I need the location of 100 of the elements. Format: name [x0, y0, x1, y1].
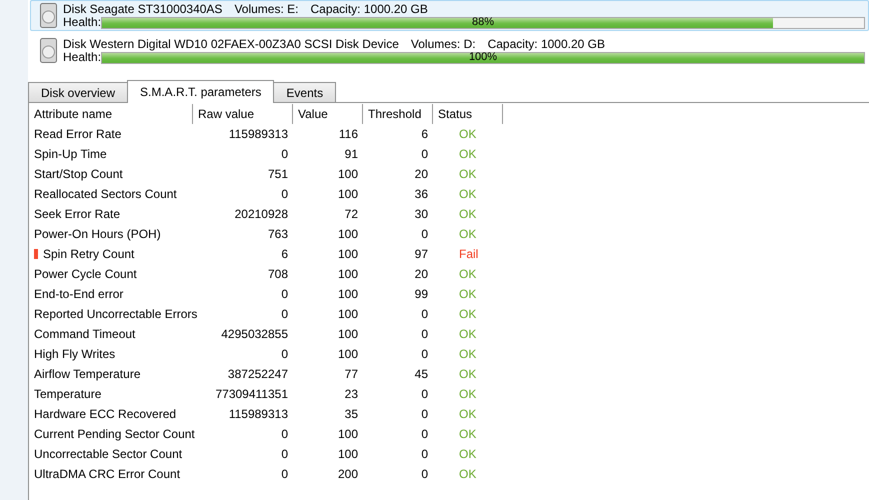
- tab[interactable]: Disk overview: [28, 82, 128, 102]
- value: 77: [344, 367, 359, 381]
- value: 200: [336, 467, 359, 481]
- raw-value: 20210928: [234, 207, 289, 221]
- value: 100: [336, 447, 359, 461]
- status: OK: [458, 387, 478, 401]
- status: OK: [458, 147, 478, 161]
- raw-value: 0: [280, 467, 289, 481]
- tab[interactable]: Events: [273, 82, 336, 102]
- threshold: 20: [414, 267, 429, 281]
- raw-value: 751: [266, 167, 289, 181]
- attribute-name: Airflow Temperature: [34, 367, 140, 381]
- attribute-name: Temperature: [34, 387, 102, 401]
- raw-value: 0: [280, 347, 289, 361]
- disk-item[interactable]: Disk Western Digital WD10 02FAEX-00Z3A0 SCSI Disk Device Volumes: D: Capacity: 1000.20 GB Health: 100%: [30, 35, 869, 66]
- value: 100: [336, 167, 359, 181]
- value: 72: [344, 207, 359, 221]
- threshold: 20: [414, 167, 429, 181]
- disk-name: Disk Seagate ST31000340AS: [63, 2, 222, 16]
- column-header[interactable]: Status: [433, 104, 503, 124]
- threshold: 97: [414, 247, 429, 261]
- attribute-name: Command Timeout: [34, 327, 136, 341]
- attribute-name: Power Cycle Count: [34, 267, 137, 281]
- raw-value: 115989313: [228, 407, 289, 421]
- column-header[interactable]: Threshold: [363, 104, 433, 124]
- value: 100: [336, 327, 359, 341]
- threshold: 0: [420, 327, 429, 341]
- attribute-name: Spin-Up Time: [34, 147, 107, 161]
- attribute-name: Current Pending Sector Count: [34, 427, 195, 441]
- threshold: 99: [414, 287, 429, 301]
- hard-drive-icon: [40, 38, 57, 63]
- raw-value: 6: [280, 247, 289, 261]
- attribute-name: UltraDMA CRC Error Count: [34, 467, 180, 481]
- health-reading: 88%: [471, 16, 496, 28]
- attribute-name: Uncorrectable Sector Count: [34, 447, 182, 461]
- status: OK: [458, 327, 478, 341]
- raw-value: 0: [280, 147, 289, 161]
- column-header[interactable]: Value: [293, 104, 363, 124]
- raw-value: 115989313: [228, 127, 289, 141]
- health-reading: 100%: [468, 50, 498, 64]
- value: 100: [336, 187, 359, 201]
- threshold: 30: [414, 207, 429, 221]
- value: 100: [336, 307, 359, 321]
- status: OK: [458, 407, 478, 421]
- status: OK: [458, 427, 478, 441]
- status: OK: [458, 187, 478, 201]
- disk-capacity: Capacity: 1000.20 GB: [488, 37, 605, 51]
- threshold: 45: [414, 367, 429, 381]
- status: OK: [458, 167, 478, 181]
- disk-capacity: Capacity: 1000.20 GB: [310, 2, 428, 16]
- disk-volumes: Volumes: E:: [234, 2, 298, 16]
- raw-value: 0: [280, 187, 289, 201]
- attribute-name: Reported Uncorrectable Errors: [34, 307, 198, 321]
- disk-volumes: Volumes: D:: [410, 37, 476, 51]
- value: 91: [344, 147, 359, 161]
- attribute-name: Power-On Hours (POH): [34, 227, 161, 241]
- value: 100: [336, 227, 359, 241]
- status: OK: [458, 207, 478, 221]
- threshold: 36: [414, 187, 429, 201]
- raw-value: 763: [266, 227, 289, 241]
- raw-value: 0: [280, 447, 289, 461]
- attribute-name: Start/Stop Count: [34, 167, 123, 181]
- attribute-name: Reallocated Sectors Count: [34, 187, 177, 201]
- value: 100: [336, 247, 359, 261]
- attribute-name: Hardware ECC Recovered: [34, 407, 176, 421]
- value: 23: [344, 387, 359, 401]
- value: 100: [336, 427, 359, 441]
- health-label: Health:: [63, 16, 102, 29]
- status: OK: [458, 447, 478, 461]
- status: OK: [458, 287, 478, 301]
- value: 35: [344, 407, 359, 421]
- threshold: 0: [420, 307, 429, 321]
- hard-drive-icon: [40, 3, 57, 28]
- status: OK: [458, 267, 478, 281]
- threshold: 0: [420, 147, 429, 161]
- disk-item[interactable]: Disk Seagate ST31000340AS Volumes: E: Capacity: 1000.20 GB Health: 88%: [30, 0, 869, 31]
- raw-value: 4295032855: [220, 327, 289, 341]
- health-label: Health:: [63, 51, 102, 64]
- raw-value: 387252247: [226, 367, 289, 381]
- attribute-name: Spin Retry Count: [43, 247, 134, 261]
- disk-name: Disk Western Digital WD10 02FAEX-00Z3A0 SCSI Disk Device: [63, 37, 399, 51]
- tab[interactable]: S.M.A.R.T. parameters: [127, 80, 274, 103]
- attribute-name: Seek Error Rate: [34, 207, 120, 221]
- status: OK: [458, 367, 478, 381]
- column-header[interactable]: Attribute name: [29, 104, 193, 124]
- threshold: 0: [420, 467, 429, 481]
- column-header[interactable]: Raw value: [193, 104, 293, 124]
- status: Fail: [458, 247, 480, 261]
- raw-value: 0: [280, 427, 289, 441]
- threshold: 0: [420, 227, 429, 241]
- attribute-name: End-to-End error: [34, 287, 124, 301]
- status: OK: [458, 347, 478, 361]
- value: 116: [338, 127, 359, 141]
- status: OK: [458, 467, 478, 481]
- status: OK: [458, 127, 478, 141]
- threshold: 0: [420, 447, 429, 461]
- value: 100: [336, 347, 359, 361]
- status: OK: [458, 227, 478, 241]
- threshold: 0: [420, 427, 429, 441]
- attribute-name: Read Error Rate: [34, 127, 122, 141]
